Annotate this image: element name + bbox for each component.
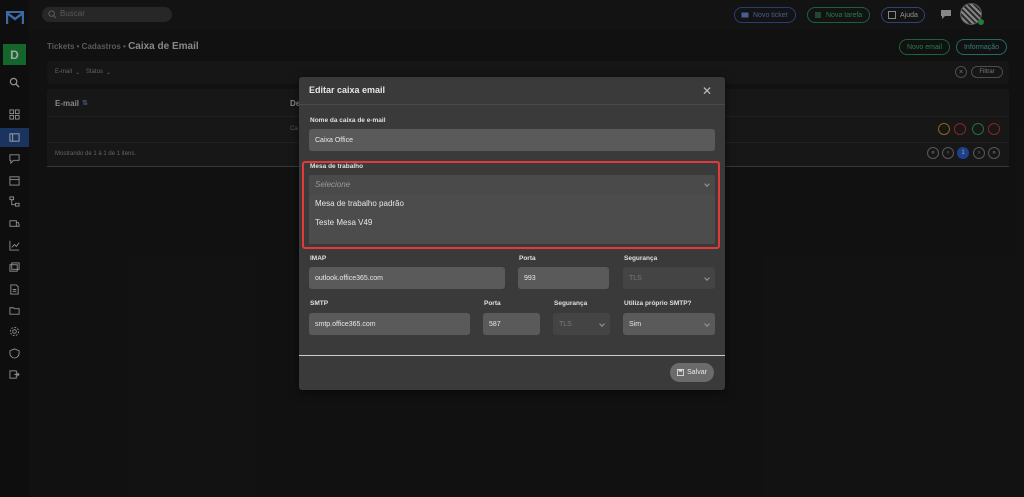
imap-security-label: Segurança bbox=[624, 255, 658, 262]
own-smtp-select[interactable]: Sim bbox=[623, 313, 715, 335]
imap-security-select[interactable]: TLS bbox=[623, 267, 715, 289]
chevron-down-icon bbox=[704, 181, 710, 187]
modal-header-divider bbox=[299, 104, 725, 105]
own-smtp-label: Utiliza próprio SMTP? bbox=[624, 300, 692, 307]
imap-security-value: TLS bbox=[629, 274, 642, 282]
desk-option[interactable]: Mesa de trabalho padrão bbox=[315, 199, 404, 208]
smtp-port-input[interactable]: 587 bbox=[483, 313, 540, 335]
smtp-input[interactable]: smtp.office365.com bbox=[309, 313, 470, 335]
modal-footer-divider bbox=[299, 355, 725, 356]
desk-option[interactable]: Teste Mesa V49 bbox=[315, 218, 372, 227]
chevron-down-icon bbox=[704, 321, 710, 327]
modal-title: Editar caixa email bbox=[309, 85, 386, 95]
desk-select-placeholder: Selecione bbox=[315, 180, 351, 189]
imap-port-input[interactable]: 993 bbox=[518, 267, 609, 289]
save-label: Salvar bbox=[687, 369, 707, 376]
chevron-down-icon bbox=[704, 275, 710, 281]
own-smtp-value: Sim bbox=[629, 320, 642, 328]
desk-select[interactable]: Selecione bbox=[309, 175, 715, 194]
smtp-security-label: Segurança bbox=[554, 300, 588, 307]
floppy-disk-icon bbox=[677, 369, 685, 376]
desk-options-list: Mesa de trabalho padrão Teste Mesa V49 bbox=[309, 194, 715, 244]
smtp-security-value: TLS bbox=[559, 320, 572, 328]
smtp-security-select[interactable]: TLS bbox=[553, 313, 610, 335]
save-button[interactable]: Salvar bbox=[670, 363, 714, 382]
chevron-down-icon bbox=[599, 321, 605, 327]
imap-input[interactable]: outlook.office365.com bbox=[309, 267, 505, 289]
close-icon[interactable]: ✕ bbox=[702, 84, 712, 98]
smtp-port-label: Porta bbox=[484, 300, 501, 307]
mailbox-name-label: Nome da caixa de e-mail bbox=[310, 117, 386, 124]
mailbox-name-input[interactable]: Caixa Office bbox=[309, 129, 715, 151]
smtp-label: SMTP bbox=[310, 300, 329, 307]
imap-label: IMAP bbox=[310, 255, 327, 262]
imap-port-label: Porta bbox=[519, 255, 536, 262]
